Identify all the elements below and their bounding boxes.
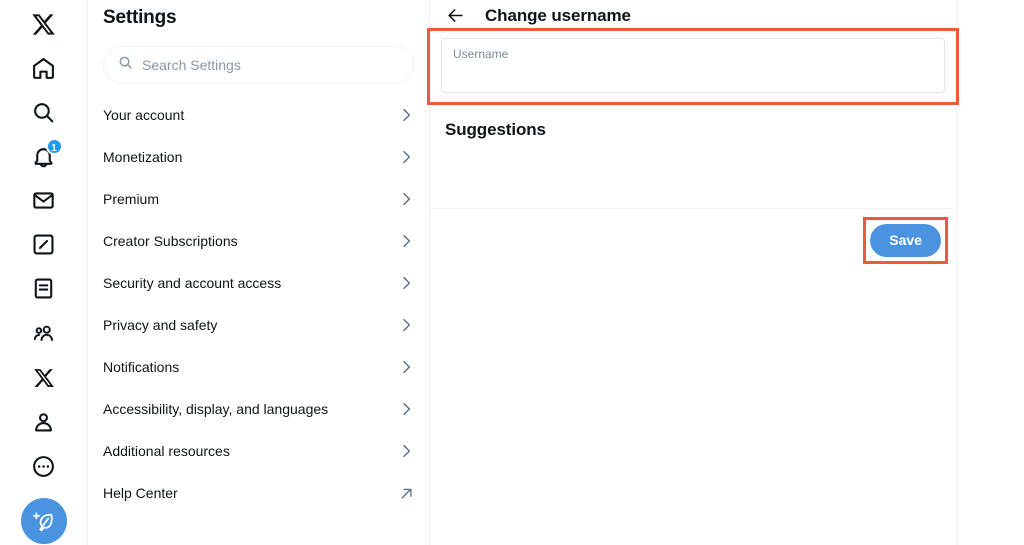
profile-icon[interactable]: [22, 400, 66, 444]
compose-post-button[interactable]: [20, 498, 67, 544]
save-row: Save: [430, 209, 956, 271]
search-settings-input[interactable]: [142, 57, 399, 73]
settings-item-label: Accessibility, display, and languages: [103, 400, 329, 417]
chevron-right-icon: [398, 233, 414, 249]
back-arrow-icon[interactable]: [444, 5, 466, 27]
x-premium-icon[interactable]: [22, 356, 66, 400]
home-icon[interactable]: [22, 46, 66, 90]
external-link-icon: [399, 486, 414, 501]
change-username-title: Change username: [485, 5, 631, 25]
settings-item-privacy-and-safety[interactable]: Privacy and safety: [88, 304, 429, 346]
lists-icon[interactable]: [22, 266, 66, 310]
settings-item-label: Premium: [103, 190, 160, 207]
chevron-right-icon: [398, 401, 414, 417]
settings-item-label: Your account: [103, 106, 185, 123]
settings-item-security-and-account-access[interactable]: Security and account access: [88, 262, 429, 304]
chevron-right-icon: [398, 359, 414, 375]
x-logo-icon[interactable]: [22, 2, 66, 46]
chevron-right-icon: [398, 107, 414, 123]
primary-nav-rail: 1: [0, 0, 88, 545]
save-button-annotation: Save: [863, 216, 948, 264]
settings-item-label: Security and account access: [103, 274, 282, 291]
suggestions-section: Suggestions: [430, 103, 956, 208]
x-settings-app: 1 Settings Search Settings Your account …: [0, 0, 1024, 545]
communities-icon[interactable]: [22, 312, 66, 356]
settings-item-creator-subscriptions[interactable]: Creator Subscriptions: [88, 220, 429, 262]
chevron-right-icon: [398, 443, 414, 459]
settings-item-label: Creator Subscriptions: [103, 232, 238, 249]
suggestions-title: Suggestions: [445, 120, 546, 139]
settings-item-label: Help Center: [103, 484, 178, 501]
chevron-right-icon: [398, 191, 414, 207]
settings-item-accessibility-display-and-languages[interactable]: Accessibility, display, and languages: [88, 388, 429, 430]
search-settings-box[interactable]: [103, 46, 414, 84]
main-content-column: Change username Username Suggestions Sav…: [427, 0, 1024, 545]
settings-item-label: Additional resources: [103, 442, 230, 459]
save-button[interactable]: Save: [870, 223, 941, 257]
settings-item-help-center[interactable]: Help Center: [88, 472, 429, 514]
settings-item-your-account[interactable]: Your account: [88, 94, 429, 136]
settings-item-additional-resources[interactable]: Additional resources: [88, 430, 429, 472]
search-settings-wrap: [88, 40, 429, 84]
change-username-header: Change username: [430, 0, 956, 31]
settings-item-premium[interactable]: Premium: [88, 178, 429, 220]
bell-icon[interactable]: 1: [22, 134, 66, 178]
username-field-annotation: Username: [427, 28, 959, 105]
settings-item-label: Privacy and safety: [103, 316, 218, 333]
settings-column: Settings Your account Monetization Premi…: [88, 0, 430, 545]
settings-list: Your account Monetization Premium Creato…: [88, 94, 429, 514]
chevron-right-icon: [398, 317, 414, 333]
mail-icon[interactable]: [22, 178, 66, 222]
search-icon[interactable]: [22, 90, 66, 134]
username-input[interactable]: [453, 64, 933, 80]
chevron-right-icon: [398, 275, 414, 291]
username-input-container[interactable]: Username: [441, 38, 945, 93]
change-username-panel: Change username Username Suggestions Sav…: [427, 0, 959, 545]
settings-item-notifications[interactable]: Notifications: [88, 346, 429, 388]
settings-item-label: Monetization: [103, 148, 183, 165]
settings-item-label: Notifications: [103, 358, 180, 375]
grok-icon[interactable]: [22, 222, 66, 266]
chevron-right-icon: [398, 149, 414, 165]
settings-header: Settings: [88, 0, 429, 40]
more-icon[interactable]: [22, 444, 66, 488]
settings-item-monetization[interactable]: Monetization: [88, 136, 429, 178]
username-input-label: Username: [453, 47, 509, 61]
notification-badge: 1: [45, 138, 63, 155]
page-title: Settings: [103, 7, 177, 28]
search-icon: [118, 55, 133, 75]
